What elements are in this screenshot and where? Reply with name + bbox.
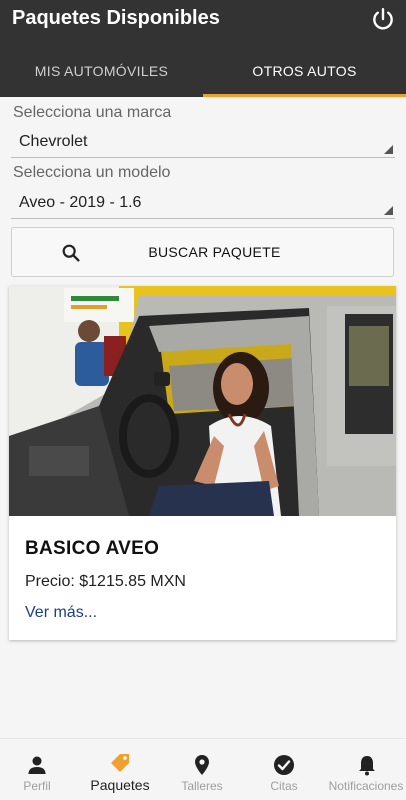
power-icon[interactable] xyxy=(370,6,396,32)
nav-label-talleres: Talleres xyxy=(181,779,223,793)
package-card[interactable]: BASICO AVEO Precio: $1215.85 MXN Ver más… xyxy=(9,286,396,640)
tab-indicator xyxy=(203,94,406,97)
nav-item-talleres[interactable]: Talleres xyxy=(164,739,240,800)
page-title: Paquetes Disponibles xyxy=(12,7,220,29)
package-title: BASICO AVEO xyxy=(25,538,160,559)
see-more-link[interactable]: Ver más... xyxy=(25,604,97,622)
check-circle-icon xyxy=(274,755,294,775)
brand-select[interactable]: Chevrolet xyxy=(11,128,395,158)
nav-label-perfil: Perfil xyxy=(23,779,51,793)
model-select[interactable]: Aveo - 2019 - 1.6 xyxy=(11,189,395,219)
woman-in-car-photo xyxy=(9,286,396,516)
nav-label-notificaciones: Notificaciones xyxy=(328,779,404,793)
model-select-value: Aveo - 2019 - 1.6 xyxy=(19,194,142,211)
tag-icon xyxy=(111,754,129,772)
tab-mis-automoviles[interactable]: MIS AUTOMÓVILES xyxy=(0,46,203,97)
tab-bar: MIS AUTOMÓVILES OTROS AUTOS xyxy=(0,46,406,97)
dropdown-arrow-icon xyxy=(384,206,393,215)
person-icon xyxy=(28,756,46,774)
bottom-navigation: Perfil Paquetes Talleres Citas Notificac… xyxy=(0,738,406,800)
nav-item-perfil[interactable]: Perfil xyxy=(0,739,74,800)
nav-label-paquetes: Paquetes xyxy=(90,777,150,793)
nav-label-citas: Citas xyxy=(270,779,298,793)
location-pin-icon xyxy=(195,755,209,775)
dropdown-arrow-icon xyxy=(384,145,393,154)
nav-item-citas[interactable]: Citas xyxy=(246,739,322,800)
brand-label: Selecciona una marca xyxy=(13,104,172,121)
search-package-button[interactable]: BUSCAR PAQUETE xyxy=(11,227,394,277)
nav-item-notificaciones[interactable]: Notificaciones xyxy=(326,739,406,800)
brand-select-value: Chevrolet xyxy=(19,133,88,150)
search-package-label: BUSCAR PAQUETE xyxy=(148,244,281,260)
package-price: Precio: $1215.85 MXN xyxy=(25,573,186,590)
bell-icon xyxy=(359,756,375,776)
model-label: Selecciona un modelo xyxy=(13,164,171,181)
app-bar: Paquetes Disponibles xyxy=(0,0,406,46)
nav-item-paquetes[interactable]: Paquetes xyxy=(82,739,158,800)
tab-otros-autos[interactable]: OTROS AUTOS xyxy=(203,46,406,97)
